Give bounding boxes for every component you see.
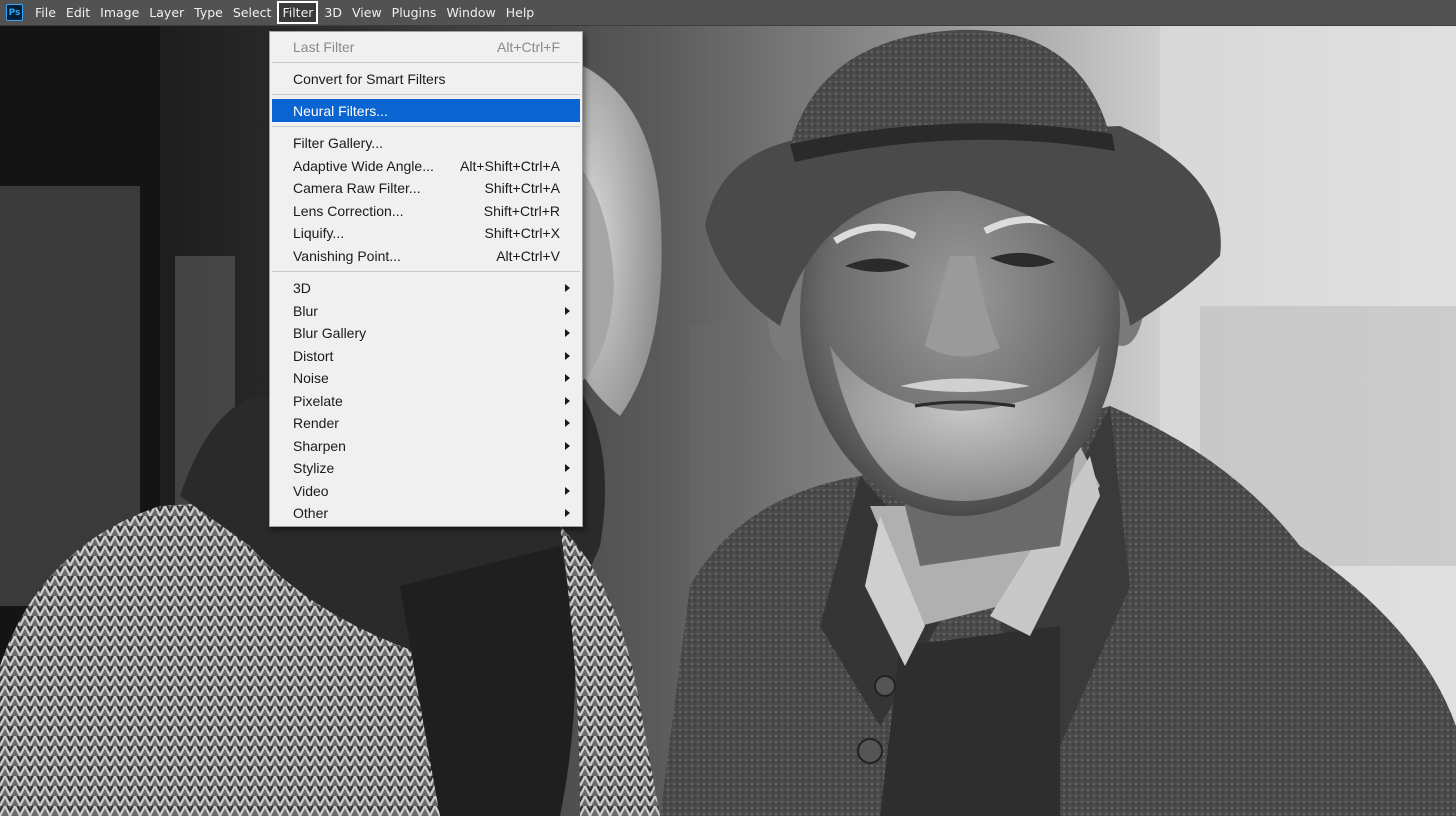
last-filter-label: Last Filter xyxy=(293,39,355,55)
menu-item-vanishing-point[interactable]: Vanishing Point... Alt+Ctrl+V xyxy=(272,245,580,267)
document-canvas[interactable] xyxy=(0,26,1456,816)
menu-item-neural-filters[interactable]: Neural Filters... xyxy=(272,99,580,122)
menu-item-label: Liquify... xyxy=(293,225,345,241)
menu-separator xyxy=(272,62,580,63)
last-filter-shortcut: Alt+Ctrl+F xyxy=(496,39,560,55)
menu-item-3d-submenu[interactable]: 3D xyxy=(272,277,580,299)
menu-edit[interactable]: Edit xyxy=(62,2,94,23)
menu-separator xyxy=(272,271,580,272)
neural-filters-label: Neural Filters... xyxy=(293,102,388,119)
menu-file[interactable]: File xyxy=(31,2,60,23)
menu-item-convert-smart-filters[interactable]: Convert for Smart Filters xyxy=(272,68,580,90)
menu-item-blur-gallery-submenu[interactable]: Blur Gallery xyxy=(272,322,580,344)
menu-item-camera-raw-filter[interactable]: Camera Raw Filter... Shift+Ctrl+A xyxy=(272,177,580,199)
submenu-arrow-icon xyxy=(565,441,570,450)
filter-dropdown-menu: Last Filter Alt+Ctrl+F Convert for Smart… xyxy=(269,31,583,527)
menu-item-shortcut: Alt+Shift+Ctrl+A xyxy=(460,157,560,174)
submenu-arrow-icon xyxy=(565,306,570,315)
menu-bar: Ps File Edit Image Layer Type Select Fil… xyxy=(0,0,1456,26)
menu-item-shortcut: Shift+Ctrl+A xyxy=(484,180,560,196)
menu-item-render-submenu[interactable]: Render xyxy=(272,412,580,434)
menu-item-label: Noise xyxy=(293,370,329,386)
menu-item-label: Stylize xyxy=(293,460,335,476)
menu-item-shortcut: Shift+Ctrl+X xyxy=(484,225,560,241)
menu-help[interactable]: Help xyxy=(502,2,539,23)
menu-item-lens-correction[interactable]: Lens Correction... Shift+Ctrl+R xyxy=(272,200,580,222)
menu-3d[interactable]: 3D xyxy=(320,2,346,23)
menu-item-shortcut: Alt+Ctrl+V xyxy=(496,247,560,264)
menu-item-label: Blur Gallery xyxy=(293,325,367,341)
menu-image[interactable]: Image xyxy=(96,2,143,23)
submenu-arrow-icon xyxy=(565,509,570,517)
menu-type[interactable]: Type xyxy=(190,2,227,23)
submenu-arrow-icon xyxy=(565,486,570,495)
menu-item-noise-submenu[interactable]: Noise xyxy=(272,367,580,389)
menu-item-distort-submenu[interactable]: Distort xyxy=(272,345,580,367)
menu-item-label: 3D xyxy=(293,280,311,296)
menu-select[interactable]: Select xyxy=(229,2,276,23)
menu-plugins[interactable]: Plugins xyxy=(388,2,441,23)
menu-item-video-submenu[interactable]: Video xyxy=(272,480,580,502)
menu-item-liquify[interactable]: Liquify... Shift+Ctrl+X xyxy=(272,222,580,244)
menu-item-label: Sharpen xyxy=(293,437,346,454)
menu-item-label: Camera Raw Filter... xyxy=(293,180,421,196)
menu-separator xyxy=(272,126,580,127)
menu-item-label: Render xyxy=(293,415,339,431)
menu-separator xyxy=(272,94,580,95)
menu-filter[interactable]: Filter xyxy=(277,1,319,24)
convert-smart-label: Convert for Smart Filters xyxy=(293,71,446,87)
menu-item-label: Video xyxy=(293,482,329,499)
submenu-arrow-icon xyxy=(565,464,570,472)
menu-item-label: Other xyxy=(293,505,329,521)
submenu-arrow-icon xyxy=(565,374,570,382)
submenu-arrow-icon xyxy=(565,396,570,405)
menu-item-last-filter: Last Filter Alt+Ctrl+F xyxy=(272,36,580,58)
menu-item-label: Blur xyxy=(293,302,318,319)
submenu-arrow-icon xyxy=(565,419,570,427)
menu-view[interactable]: View xyxy=(348,2,386,23)
menu-item-adaptive-wide-angle[interactable]: Adaptive Wide Angle... Alt+Shift+Ctrl+A xyxy=(272,155,580,177)
menu-window[interactable]: Window xyxy=(442,2,499,23)
menu-item-other-submenu[interactable]: Other xyxy=(272,502,580,524)
photoshop-logo-icon[interactable]: Ps xyxy=(6,4,23,21)
menu-item-label: Filter Gallery... xyxy=(293,135,383,151)
menu-item-label: Distort xyxy=(293,347,334,364)
menu-item-pixelate-submenu[interactable]: Pixelate xyxy=(272,390,580,412)
menu-layer[interactable]: Layer xyxy=(145,2,188,23)
submenu-arrow-icon xyxy=(565,284,570,292)
menu-item-filter-gallery[interactable]: Filter Gallery... xyxy=(272,132,580,154)
menu-item-label: Adaptive Wide Angle... xyxy=(293,157,434,174)
menu-item-sharpen-submenu[interactable]: Sharpen xyxy=(272,435,580,457)
submenu-arrow-icon xyxy=(565,351,570,360)
menu-item-label: Lens Correction... xyxy=(293,202,404,219)
photo-image xyxy=(0,26,1456,816)
menu-item-label: Vanishing Point... xyxy=(293,247,401,264)
menu-item-shortcut: Shift+Ctrl+R xyxy=(483,202,560,219)
menu-item-blur-submenu[interactable]: Blur xyxy=(272,300,580,322)
menu-item-label: Pixelate xyxy=(293,392,343,409)
submenu-arrow-icon xyxy=(565,329,570,337)
menu-item-stylize-submenu[interactable]: Stylize xyxy=(272,457,580,479)
